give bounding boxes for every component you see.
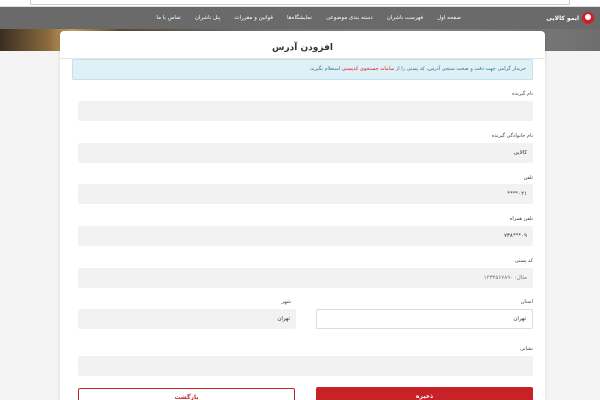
- postal-code-input[interactable]: مثال: ۱۲۳۴۵۶۷۸۹۰: [78, 268, 533, 288]
- add-address-card: افزودن آدرس خریدار گرامی جهت دقت و صحت س…: [60, 31, 545, 400]
- page-title: افزودن آدرس: [272, 43, 333, 53]
- mobile-input[interactable]: ۰۹***۷۳۸: [78, 226, 533, 246]
- city-select[interactable]: تهران: [78, 309, 296, 329]
- postal-search-link[interactable]: سامانه جستجوی کدپستی: [342, 66, 394, 72]
- nav-publishers-list[interactable]: فهرست ناشران: [380, 7, 430, 29]
- last-name-label: نام خانوادگی گیرنده: [491, 133, 533, 139]
- province-select[interactable]: تهران: [316, 309, 533, 329]
- browser-top-strip: [0, 0, 600, 7]
- nav-rules[interactable]: قوانین و مقررات: [227, 7, 280, 29]
- nav-exhibitions[interactable]: نمایشگاه‌ها: [280, 7, 319, 29]
- brand-name[interactable]: ایمو کالایی: [546, 15, 579, 22]
- back-button[interactable]: بازگشت: [78, 388, 295, 400]
- info-alert: خریدار گرامی جهت دقت و صحت سنجی آدرس، کد…: [72, 59, 533, 80]
- brand[interactable]: ایمو کالایی: [546, 7, 594, 29]
- address-input[interactable]: [78, 356, 533, 376]
- user-icon[interactable]: [582, 12, 594, 24]
- alert-suffix: استعلام بگیرید.: [308, 66, 342, 72]
- last-name-input[interactable]: کالایی: [78, 143, 533, 163]
- nav-publisher-panel[interactable]: پنل ناشران: [188, 7, 228, 29]
- phone-input[interactable]: ۰۲۱****: [78, 184, 533, 204]
- postal-code-label: کد پستی: [514, 258, 533, 264]
- first-name-label: نام گیرنده: [512, 91, 533, 97]
- nav-home[interactable]: صفحه اول: [430, 7, 468, 29]
- save-button[interactable]: ذخیره: [316, 387, 533, 400]
- address-label: نشانی: [520, 346, 533, 352]
- phone-label: تلفن: [523, 175, 533, 181]
- nav-menu: صفحه اول فهرست ناشران دسته بندی موضوعی ن…: [149, 7, 468, 29]
- province-label: استان: [520, 299, 533, 305]
- alert-text: خریدار گرامی جهت دقت و صحت سنجی آدرس، کد…: [394, 66, 526, 72]
- first-name-input[interactable]: [78, 101, 533, 121]
- nav-contact[interactable]: تماس با ما: [149, 7, 187, 29]
- mobile-label: تلفن همراه: [509, 216, 533, 222]
- city-label: شهر: [281, 299, 291, 305]
- nav-categories[interactable]: دسته بندی موضوعی: [319, 7, 380, 29]
